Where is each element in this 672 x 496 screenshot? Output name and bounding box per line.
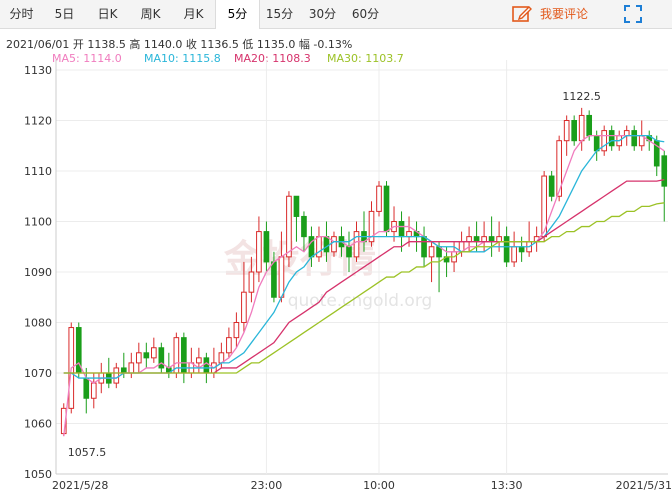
candle-body xyxy=(421,236,427,258)
y-tick-label: 1130 xyxy=(24,64,52,77)
candle-body xyxy=(301,215,307,238)
candle-body xyxy=(503,236,510,263)
candlestick-chart: 金投行情quote.cngold.org10501060107010801090… xyxy=(24,60,672,492)
candle-body xyxy=(608,130,615,147)
x-tick-label: 23:00 xyxy=(251,479,283,492)
candle-body xyxy=(248,271,255,293)
candle-body xyxy=(120,367,127,374)
candle-body xyxy=(271,261,277,298)
candle-body xyxy=(518,246,525,253)
candle-body xyxy=(631,130,638,147)
candle-body xyxy=(151,347,157,359)
candle-body xyxy=(511,246,517,263)
candle-body xyxy=(203,357,210,374)
candle-body xyxy=(143,352,150,359)
y-tick-label: 1100 xyxy=(24,216,52,229)
candle-body xyxy=(241,291,247,324)
candle-body xyxy=(601,130,608,152)
candle-body xyxy=(496,236,502,243)
candle-body xyxy=(323,236,330,253)
candle-body xyxy=(466,236,472,243)
candle-body xyxy=(563,120,570,142)
x-tick-label: 13:30 xyxy=(491,479,523,492)
candle-body xyxy=(128,362,135,374)
candle-body xyxy=(256,231,262,273)
y-tick-label: 1050 xyxy=(24,468,52,481)
candle-body xyxy=(406,231,412,238)
candle-body xyxy=(113,367,120,384)
candle-body xyxy=(548,175,555,197)
candle-body xyxy=(90,382,97,399)
candle-body xyxy=(331,236,337,253)
y-tick-label: 1090 xyxy=(24,266,52,279)
candle-body xyxy=(571,120,577,142)
candle-body xyxy=(578,114,585,142)
y-tick-label: 1110 xyxy=(24,165,52,178)
extreme-label: 1057.5 xyxy=(68,446,107,459)
candle-body xyxy=(398,221,405,238)
candle-body xyxy=(308,236,315,258)
x-tick-label: 2021/5/28 xyxy=(52,479,108,492)
candle-body xyxy=(428,246,435,258)
y-tick-label: 1080 xyxy=(24,317,52,330)
candle-body xyxy=(481,236,487,243)
candle-body xyxy=(346,246,352,258)
candle-body xyxy=(488,236,495,243)
candle-body xyxy=(233,322,240,339)
candle-body xyxy=(196,357,202,364)
candle-body xyxy=(286,195,292,258)
candle-body xyxy=(376,185,382,212)
x-tick-label: 10:00 xyxy=(363,479,395,492)
candle-body xyxy=(623,130,630,137)
candle-body xyxy=(158,347,165,369)
candle-body xyxy=(661,155,668,187)
candle-body xyxy=(593,135,600,152)
y-tick-label: 1120 xyxy=(24,115,52,128)
candle-body xyxy=(316,236,322,258)
y-tick-label: 1060 xyxy=(24,418,52,431)
y-tick-label: 1070 xyxy=(24,367,52,380)
candle-body xyxy=(83,377,90,399)
candle-body xyxy=(586,114,593,137)
candle-body xyxy=(263,231,270,263)
candle-body xyxy=(293,195,300,217)
candle-body xyxy=(353,231,360,258)
x-tick-label: 2021/5/31 xyxy=(616,479,672,492)
candle-body xyxy=(226,337,232,354)
candle-body xyxy=(383,185,390,233)
ma-line-ma5 xyxy=(63,134,665,437)
extreme-label: 1122.5 xyxy=(562,90,601,103)
candle-body xyxy=(278,256,285,298)
candle-body xyxy=(473,236,480,243)
candle-body xyxy=(135,352,142,364)
